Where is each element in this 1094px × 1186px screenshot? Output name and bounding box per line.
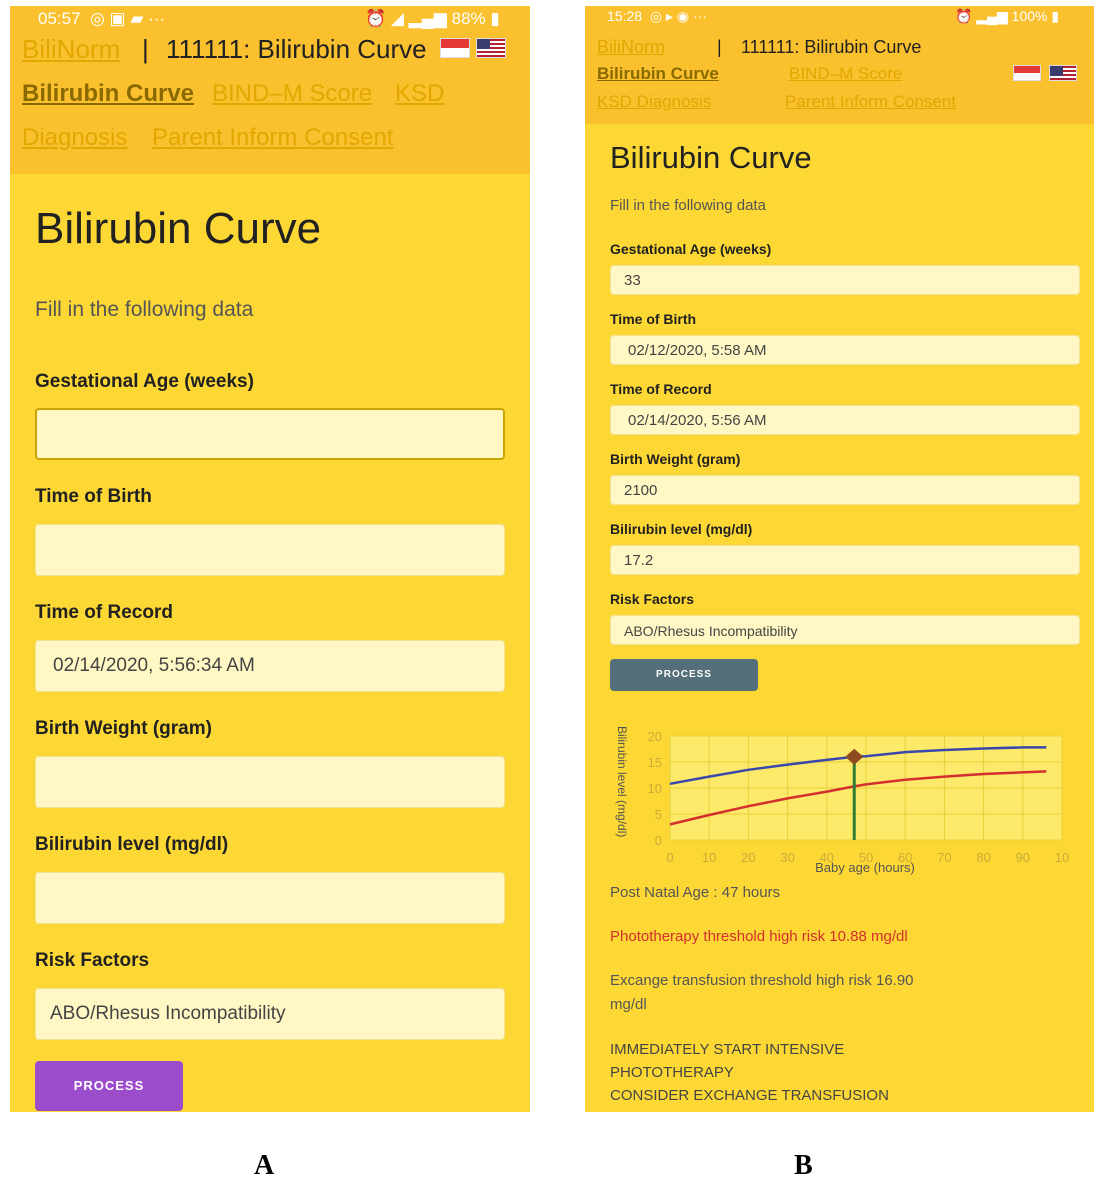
exchange-threshold-line-1: Excange transfusion threshold high risk … bbox=[610, 972, 914, 989]
risk-factors-select[interactable]: ABO/Rhesus Incompatibility bbox=[610, 615, 1080, 645]
status-bar: 15:28 ◎ ▸ ◉ ··· bbox=[607, 8, 707, 25]
tab-bilirubin-curve[interactable]: Bilirubin Curve bbox=[597, 64, 719, 84]
gestational-age-label: Gestational Age (weeks) bbox=[610, 241, 772, 257]
recommendation-line-2: PHOTOTHERAPY bbox=[610, 1064, 734, 1081]
y-tick-label: 20 bbox=[648, 729, 662, 744]
form-subtitle: Fill in the following data bbox=[35, 298, 254, 321]
us-flag-icon[interactable] bbox=[1049, 65, 1077, 81]
x-tick-label: 10 bbox=[702, 850, 716, 865]
time-of-birth-label: Time of Birth bbox=[35, 486, 152, 507]
battery-level: 88% bbox=[451, 9, 486, 28]
exchange-threshold-line-2: mg/dl bbox=[610, 996, 647, 1013]
page-title: Bilirubin Curve bbox=[610, 140, 812, 175]
notification-icons: ◎ ▣ ▰ ··· bbox=[85, 9, 166, 28]
indonesia-flag-icon[interactable] bbox=[1013, 65, 1041, 81]
x-tick-label: 40 bbox=[820, 850, 834, 865]
bilirubin-level-input[interactable] bbox=[35, 872, 505, 924]
time-of-record-label: Time of Record bbox=[610, 381, 712, 397]
risk-factors-label: Risk Factors bbox=[35, 950, 150, 971]
gestational-age-label: Gestational Age (weeks) bbox=[35, 371, 254, 392]
x-tick-label: 60 bbox=[898, 850, 912, 865]
nav-separator: | bbox=[142, 34, 149, 64]
app-name-link[interactable]: BiliNorm bbox=[22, 34, 120, 65]
x-tick-label: 0 bbox=[666, 850, 673, 865]
risk-factors-select[interactable]: ABO/Rhesus Incompatibility bbox=[35, 988, 505, 1040]
tab-bind-m-score[interactable]: BIND–M Score bbox=[789, 64, 902, 84]
time-of-birth-label: Time of Birth bbox=[610, 311, 697, 327]
patient-title: 111111: Bilirubin Curve bbox=[741, 37, 922, 57]
status-right: ⏰ ◢ ▂▄▆ 88% ▮ bbox=[365, 9, 500, 29]
bilirubin-chart: Bilirubin level (mg/dl) Baby age (hours)… bbox=[615, 726, 1069, 875]
phototherapy-threshold: Phototherapy threshold high risk 10.88 m… bbox=[610, 928, 908, 945]
nav-separator: | bbox=[717, 37, 722, 57]
gestational-age-input[interactable] bbox=[35, 408, 505, 460]
status-bar: 05:57 ◎ ▣ ▰ ··· bbox=[38, 9, 165, 29]
status-right: ⏰ ▂▄▆ 100% ▮ bbox=[955, 8, 1059, 25]
us-flag-icon[interactable] bbox=[476, 38, 506, 58]
recommendation-line-1: IMMEDIATELY START INTENSIVE bbox=[610, 1041, 845, 1058]
gestational-age-input[interactable]: 33 bbox=[610, 265, 1080, 295]
tab-bilirubin-curve[interactable]: Bilirubin Curve bbox=[22, 80, 194, 108]
tab-ksd[interactable]: KSD bbox=[395, 80, 444, 108]
battery-icon: ▮ bbox=[490, 9, 500, 28]
panel-caption-a: A bbox=[254, 1150, 275, 1181]
tab-parent-consent[interactable]: Parent Inform Consent bbox=[785, 92, 956, 112]
time-of-record-label: Time of Record bbox=[35, 602, 173, 623]
tab-parent-consent[interactable]: Parent Inform Consent bbox=[152, 124, 393, 152]
y-tick-label: 10 bbox=[648, 781, 662, 796]
x-tick-label: 90 bbox=[1016, 850, 1030, 865]
panel-caption-b: B bbox=[794, 1150, 813, 1181]
phone-screen-b: 15:28 ◎ ▸ ◉ ··· ⏰ ▂▄▆ 100% ▮ BiliNorm | … bbox=[585, 6, 1094, 1112]
patient-title: 111111: Bilirubin Curve bbox=[166, 34, 427, 64]
post-natal-age: Post Natal Age : 47 hours bbox=[610, 884, 781, 901]
birth-weight-input[interactable] bbox=[35, 756, 505, 808]
time-of-birth-input[interactable]: 02/12/2020, 5:58 AM bbox=[610, 335, 1080, 365]
y-tick-label: 15 bbox=[648, 755, 662, 770]
phone-screen-a: 05:57 ◎ ▣ ▰ ··· ⏰ ◢ ▂▄▆ 88% ▮ BiliNorm |… bbox=[10, 6, 530, 1112]
x-tick-label: 80 bbox=[976, 850, 990, 865]
form-subtitle: Fill in the following data bbox=[610, 197, 766, 214]
indonesia-flag-icon[interactable] bbox=[440, 38, 470, 58]
y-axis-label: Bilirubin level (mg/dl) bbox=[615, 726, 629, 837]
x-tick-label: 10 bbox=[1055, 850, 1069, 865]
process-button[interactable]: PROCESS bbox=[610, 659, 758, 691]
recommendation-line-3: CONSIDER EXCHANGE TRANSFUSION bbox=[610, 1087, 889, 1104]
signal-icon: ⏰ ▂▄▆ bbox=[955, 8, 1008, 24]
y-tick-label: 0 bbox=[655, 833, 662, 848]
tab-bind-m-score[interactable]: BIND–M Score bbox=[212, 80, 372, 108]
process-button[interactable]: PROCESS bbox=[35, 1061, 183, 1111]
app-name-link[interactable]: BiliNorm bbox=[597, 37, 665, 58]
birth-weight-label: Birth Weight (gram) bbox=[35, 718, 212, 739]
x-tick-label: 20 bbox=[741, 850, 755, 865]
time-of-record-input[interactable]: 02/14/2020, 5:56:34 AM bbox=[35, 640, 505, 692]
tab-diagnosis[interactable]: Diagnosis bbox=[22, 124, 127, 152]
top-header: 15:28 ◎ ▸ ◉ ··· ⏰ ▂▄▆ 100% ▮ BiliNorm | … bbox=[585, 6, 1094, 124]
top-header: 05:57 ◎ ▣ ▰ ··· ⏰ ◢ ▂▄▆ 88% ▮ BiliNorm |… bbox=[10, 6, 530, 174]
birth-weight-label: Birth Weight (gram) bbox=[610, 451, 741, 467]
x-tick-label: 70 bbox=[937, 850, 951, 865]
notification-icons: ◎ ▸ ◉ ··· bbox=[645, 8, 707, 24]
time-of-record-input[interactable]: 02/14/2020, 5:56 AM bbox=[610, 405, 1080, 435]
signal-icon: ⏰ ◢ ▂▄▆ bbox=[365, 9, 447, 28]
birth-weight-input[interactable]: 2100 bbox=[610, 475, 1080, 505]
y-tick-label: 5 bbox=[655, 807, 662, 822]
status-time: 05:57 bbox=[38, 9, 81, 28]
x-tick-label: 50 bbox=[859, 850, 873, 865]
x-tick-label: 30 bbox=[780, 850, 794, 865]
battery-icon: ▮ bbox=[1051, 8, 1060, 24]
time-of-birth-input[interactable] bbox=[35, 524, 505, 576]
tab-ksd-diagnosis[interactable]: KSD Diagnosis bbox=[597, 92, 711, 112]
bilirubin-level-label: Bilirubin level (mg/dl) bbox=[35, 834, 229, 855]
status-time: 15:28 bbox=[607, 8, 643, 24]
risk-factors-label: Risk Factors bbox=[610, 591, 695, 607]
bilirubin-level-label: Bilirubin level (mg/dl) bbox=[610, 521, 753, 537]
page-title: Bilirubin Curve bbox=[35, 204, 322, 253]
battery-level: 100% bbox=[1011, 8, 1048, 24]
bilirubin-level-input[interactable]: 17.2 bbox=[610, 545, 1080, 575]
